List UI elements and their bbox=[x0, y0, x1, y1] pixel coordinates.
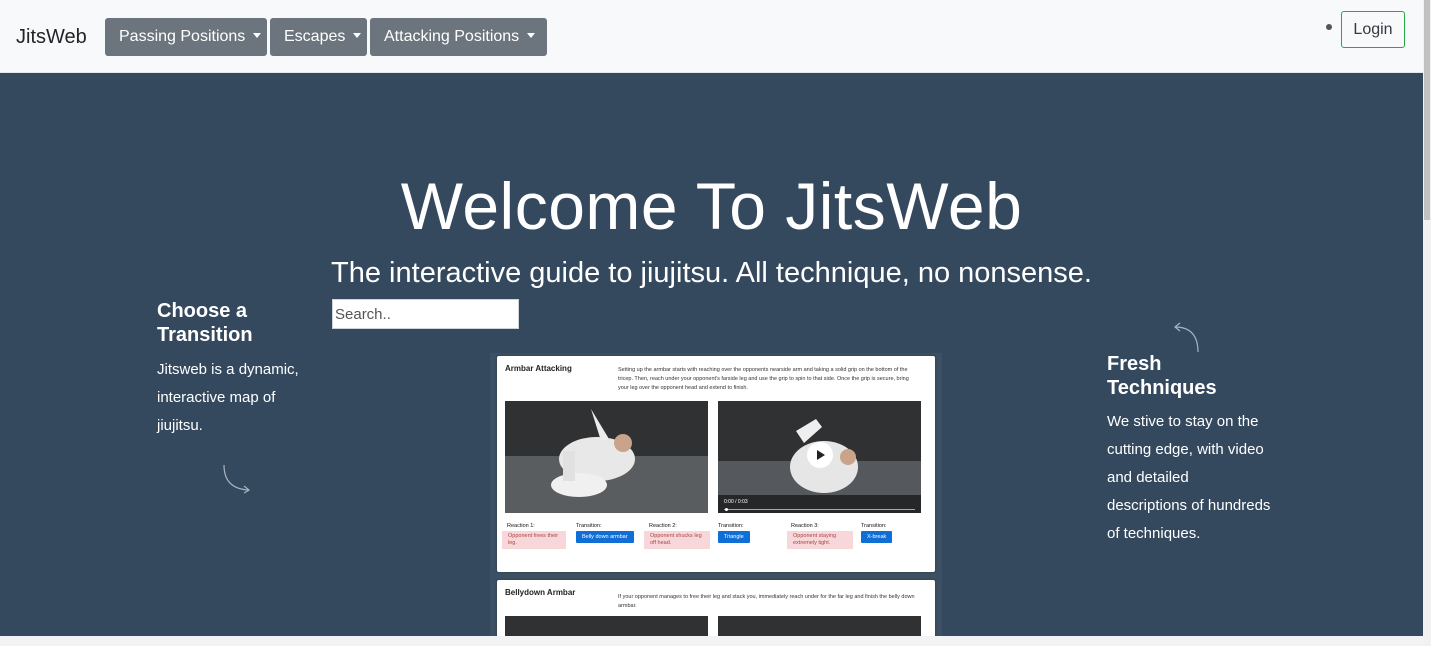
video-time: 0:00 / 0:03 bbox=[724, 499, 748, 505]
technique-preview: Armbar Attacking Setting up the armbar s… bbox=[490, 353, 942, 636]
reaction-label: Reaction 3: bbox=[791, 523, 819, 529]
transition-label: Transition: bbox=[861, 523, 887, 529]
reaction-label: Reaction 1: bbox=[507, 523, 535, 529]
attacking-positions-dropdown[interactable]: Attacking Positions bbox=[370, 18, 547, 56]
technique-video-left[interactable] bbox=[505, 401, 708, 513]
card-description: If your opponent manages to free their l… bbox=[618, 594, 915, 609]
curved-arrow-up-icon bbox=[1174, 322, 1199, 353]
technique-video-right[interactable] bbox=[718, 616, 921, 636]
escapes-dropdown[interactable]: Escapes bbox=[270, 18, 367, 56]
transition-label: Transition: bbox=[576, 523, 602, 529]
dropdown-label: Passing Positions bbox=[119, 28, 246, 45]
curved-arrow-down-icon bbox=[223, 464, 251, 494]
right-feature-heading: Fresh Techniques bbox=[1107, 353, 1217, 399]
caret-down-icon bbox=[527, 33, 536, 38]
hero-title: Welcome To JitsWeb bbox=[400, 169, 1023, 243]
play-icon[interactable] bbox=[807, 442, 833, 468]
dropdown-label: Attacking Positions bbox=[384, 28, 520, 45]
transition-label: Transition: bbox=[718, 523, 744, 529]
reaction-text: Opponent shucks leg off head. bbox=[644, 531, 710, 549]
caret-down-icon bbox=[353, 33, 362, 38]
navbar: JitsWeb Passing Positions Escapes Attack… bbox=[0, 0, 1423, 73]
card-description: Setting up the armbar starts with reachi… bbox=[618, 367, 909, 391]
transition-button[interactable]: X-break bbox=[861, 531, 893, 543]
left-feature-text: Jitsweb is a dynamic, interactive map of… bbox=[157, 361, 299, 434]
dropdown-label: Escapes bbox=[284, 28, 346, 45]
passing-positions-dropdown[interactable]: Passing Positions bbox=[105, 18, 267, 56]
video-controls[interactable]: 0:00 / 0:03 bbox=[718, 495, 921, 513]
technique-video-left[interactable] bbox=[505, 616, 708, 636]
technique-card: Armbar Attacking Setting up the armbar s… bbox=[497, 356, 935, 572]
scrollbar-thumb[interactable] bbox=[1424, 0, 1430, 220]
reaction-text: Opponent frees their leg. bbox=[502, 531, 566, 549]
footer-strip bbox=[0, 636, 1431, 646]
search-input[interactable] bbox=[332, 299, 519, 329]
reaction-label: Reaction 2: bbox=[649, 523, 677, 529]
transition-button[interactable]: Triangle bbox=[718, 531, 750, 543]
bullet-dot bbox=[1326, 24, 1332, 30]
caret-down-icon bbox=[253, 33, 262, 38]
card-title: Armbar Attacking bbox=[505, 364, 572, 373]
brand-logo[interactable]: JitsWeb bbox=[16, 26, 87, 49]
login-button[interactable]: Login bbox=[1341, 11, 1405, 48]
technique-video-right[interactable]: 0:00 / 0:03 bbox=[718, 401, 921, 513]
grappling-figures-image bbox=[551, 409, 635, 497]
transition-button[interactable]: Belly down armbar bbox=[576, 531, 634, 543]
hero-section: Welcome To JitsWeb The interactive guide… bbox=[0, 73, 1423, 636]
right-feature-text: We stive to stay on the cutting edge, wi… bbox=[1107, 413, 1271, 542]
card-title: Bellydown Armbar bbox=[505, 588, 576, 597]
reaction-text: Opponent staying extremely tight. bbox=[787, 531, 853, 549]
hero-subtitle: The interactive guide to jiujitsu. All t… bbox=[331, 257, 1092, 289]
left-feature-heading: Choose a Transition bbox=[157, 300, 253, 346]
technique-card: Bellydown Armbar If your opponent manage… bbox=[497, 580, 935, 636]
